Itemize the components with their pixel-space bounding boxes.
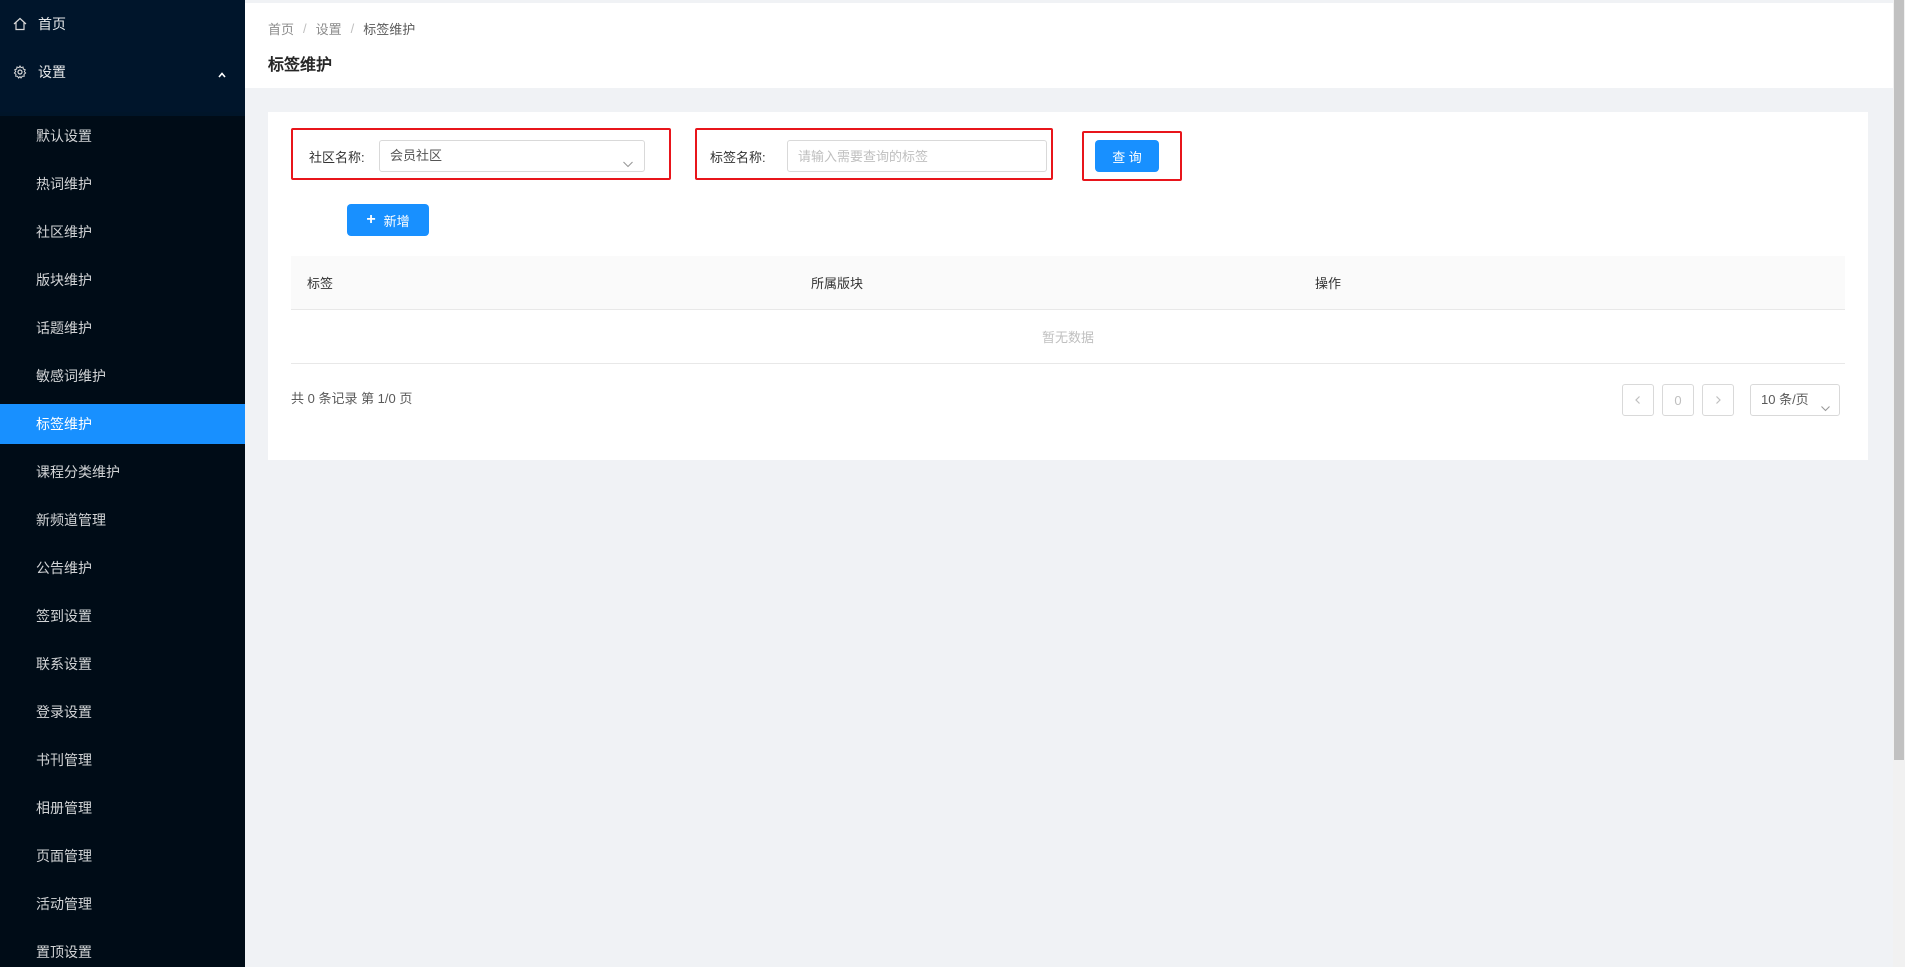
- next-page-button[interactable]: [1702, 384, 1734, 416]
- column-header-board: 所属版块: [811, 276, 864, 291]
- sidebar-settings-label: 设置: [38, 64, 66, 80]
- tag-search-input[interactable]: [787, 140, 1047, 172]
- breadcrumb-current: 标签维护: [363, 22, 416, 37]
- page-size-select[interactable]: 10 条/页: [1750, 384, 1840, 416]
- sidebar-item-community[interactable]: 社区维护: [0, 212, 245, 252]
- sidebar-item-sensitive-words[interactable]: 敏感词维护: [0, 356, 245, 396]
- plus-icon: +: [366, 211, 376, 228]
- breadcrumb-home[interactable]: 首页: [268, 19, 294, 38]
- column-header-actions: 操作: [1315, 276, 1342, 291]
- current-page-button[interactable]: 0: [1662, 384, 1694, 416]
- home-icon: [12, 16, 28, 32]
- community-label: 社区名称:: [309, 150, 365, 165]
- sidebar: 首页 设置 默认设置 热词维护 社区维护 版块维护 话题维护 敏感词维护 标签维…: [0, 0, 245, 967]
- tag-label: 标签名称:: [710, 150, 766, 165]
- chevron-up-icon: [217, 67, 227, 78]
- sidebar-item-pin-top[interactable]: 置顶设置: [0, 932, 245, 967]
- sidebar-home-label: 首页: [38, 16, 66, 32]
- add-button[interactable]: + 新增: [347, 204, 429, 236]
- sidebar-item-books[interactable]: 书刊管理: [0, 740, 245, 780]
- sidebar-item-tags[interactable]: 标签维护: [0, 404, 245, 444]
- query-button[interactable]: 查 询: [1095, 140, 1159, 172]
- page-size-value: 10 条/页: [1761, 392, 1809, 407]
- chevron-right-icon: [1716, 396, 1721, 404]
- sidebar-item-topic[interactable]: 话题维护: [0, 308, 245, 348]
- sidebar-item-login[interactable]: 登录设置: [0, 692, 245, 732]
- gear-icon: [12, 64, 28, 80]
- column-header-tag: 标签: [307, 276, 334, 291]
- sidebar-item-course-category[interactable]: 课程分类维护: [0, 452, 245, 492]
- sidebar-item-hot-words[interactable]: 热词维护: [0, 164, 245, 204]
- prev-page-button[interactable]: [1622, 384, 1654, 416]
- page-title: 标签维护: [268, 57, 333, 74]
- tags-table: 标签 所属版块 操作 暂无数据: [291, 256, 1845, 364]
- sidebar-item-home[interactable]: 首页: [0, 0, 245, 48]
- sidebar-item-new-channel[interactable]: 新频道管理: [0, 500, 245, 540]
- breadcrumb-separator: /: [303, 21, 307, 36]
- scrollbar-thumb[interactable]: [1894, 0, 1904, 760]
- chevron-down-icon: [622, 151, 634, 168]
- content-card: 社区名称: 会员社区 标签名称: 查 询 + 新增 标签 所属版块 操作 暂无数…: [268, 112, 1868, 460]
- sidebar-item-albums[interactable]: 相册管理: [0, 788, 245, 828]
- table-header: 标签 所属版块 操作: [291, 256, 1845, 310]
- community-select[interactable]: 会员社区: [379, 140, 645, 172]
- chevron-down-icon: [1820, 395, 1831, 412]
- empty-text: 暂无数据: [1041, 330, 1094, 345]
- page-scrollbar[interactable]: [1893, 0, 1905, 967]
- record-summary: 共 0 条记录 第 1/0 页: [291, 391, 413, 406]
- table-empty-row: 暂无数据: [291, 310, 1845, 364]
- add-button-label: 新增: [383, 213, 410, 229]
- breadcrumb-separator: /: [350, 21, 355, 36]
- community-select-value: 会员社区: [390, 148, 443, 163]
- sidebar-item-board[interactable]: 版块维护: [0, 260, 245, 300]
- page-header: 首页 / 设置 / 标签维护 标签维护: [245, 0, 1893, 88]
- sidebar-item-activities[interactable]: 活动管理: [0, 884, 245, 924]
- settings-submenu: 默认设置 热词维护 社区维护 版块维护 话题维护 敏感词维护 标签维护 课程分类…: [0, 116, 245, 967]
- sidebar-item-default-settings[interactable]: 默认设置: [0, 116, 245, 156]
- sidebar-item-contact[interactable]: 联系设置: [0, 644, 245, 684]
- sidebar-top-menu: 首页 设置: [0, 0, 245, 112]
- breadcrumb: 首页 / 设置 / 标签维护: [268, 19, 415, 38]
- sidebar-item-announcement[interactable]: 公告维护: [0, 548, 245, 588]
- sidebar-item-settings[interactable]: 设置: [0, 48, 245, 96]
- breadcrumb-settings[interactable]: 设置: [316, 19, 342, 38]
- chevron-left-icon: [1635, 396, 1640, 404]
- sidebar-item-checkin[interactable]: 签到设置: [0, 596, 245, 636]
- sidebar-item-pages[interactable]: 页面管理: [0, 836, 245, 876]
